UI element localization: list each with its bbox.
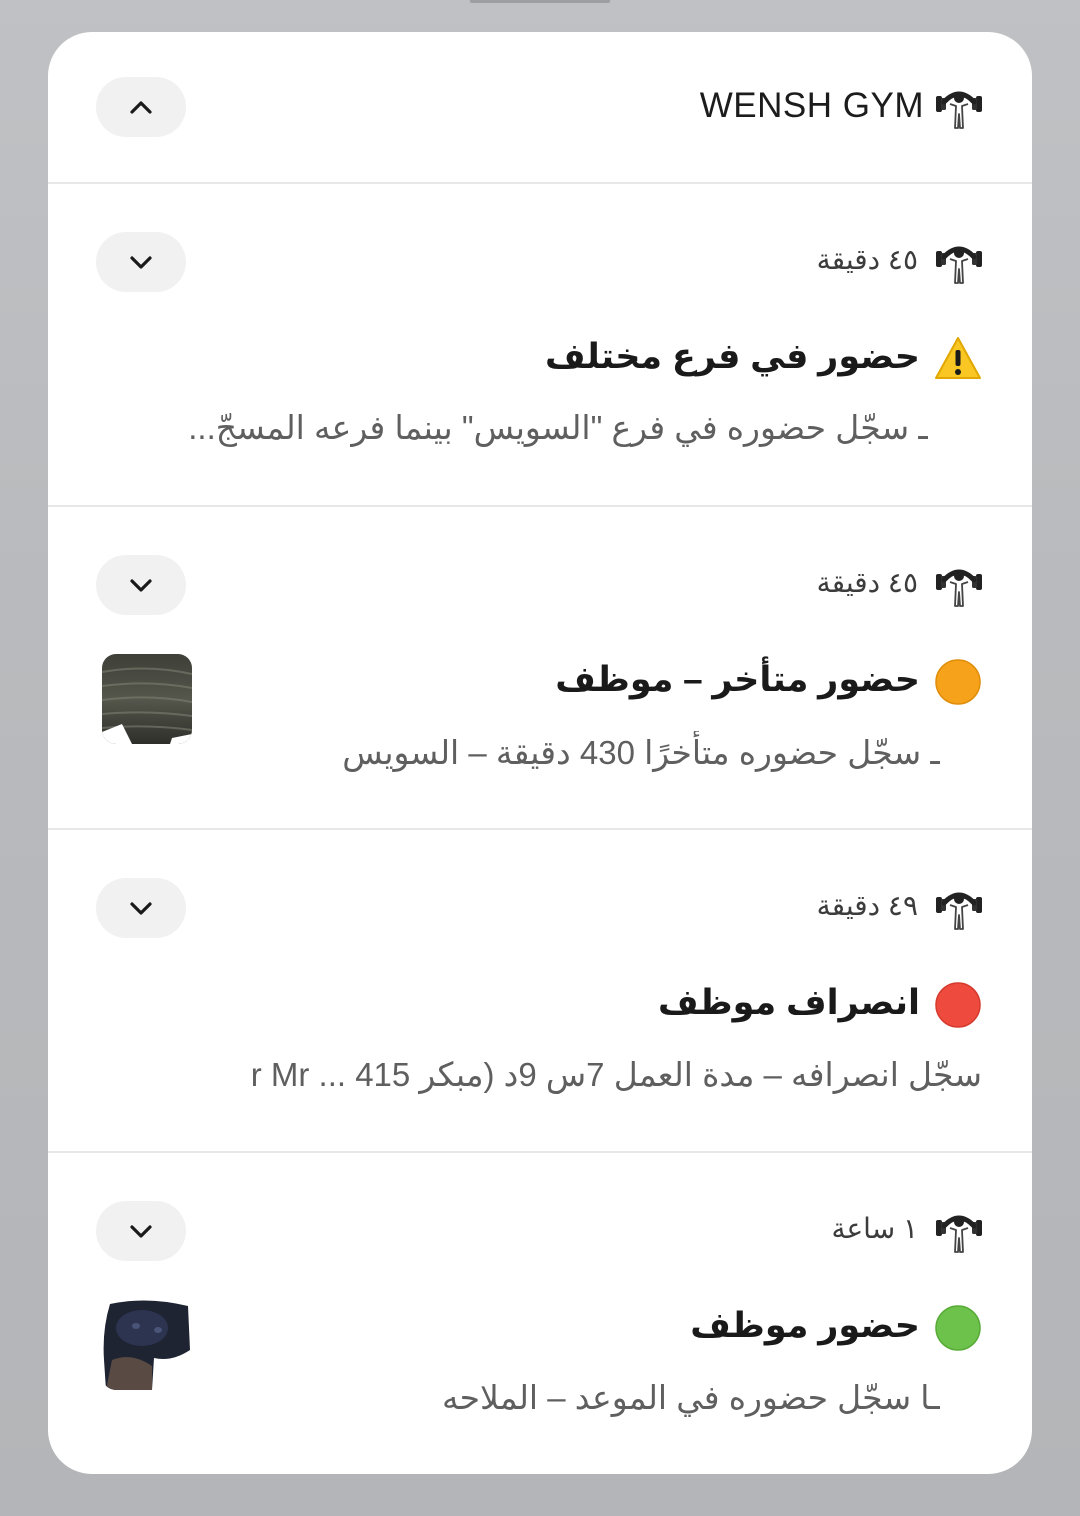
notification-body: سجّل انصرافه – مدة العمل 7س 9د (مبكر 415…	[250, 1056, 982, 1093]
divider	[48, 828, 1032, 830]
collapse-group-button[interactable]	[96, 77, 186, 137]
dumbbell-person-icon	[936, 569, 982, 607]
dumbbell-person-icon	[936, 91, 982, 129]
screen-top-handle	[470, 0, 610, 3]
green-circle-icon	[935, 1305, 981, 1351]
notification-group-panel: WENSH GYM ٤٥ دقيقة حضور في فرع مختلف ـ س…	[48, 32, 1032, 1474]
chevron-down-icon	[130, 1225, 152, 1238]
expand-notification-button[interactable]	[96, 878, 186, 938]
divider	[48, 182, 1032, 184]
chevron-down-icon	[130, 579, 152, 592]
notification-title: حضور في فرع مختلف	[544, 337, 920, 376]
employee-photo	[102, 1300, 192, 1390]
chevron-up-icon	[130, 101, 152, 114]
warning-icon	[935, 337, 981, 379]
dumbbell-person-icon	[936, 246, 982, 284]
dumbbell-person-icon	[936, 892, 982, 930]
expand-notification-button[interactable]	[96, 232, 186, 292]
notification-title: انصراف موظف	[657, 983, 920, 1022]
notification-body: ـ سجّل حضوره متأخرًا 430 دقيقة – السويس	[342, 734, 940, 771]
notification-body: ـ سجّل حضوره في فرع "السويس" بينما فرعه …	[188, 409, 928, 446]
chevron-down-icon	[130, 902, 152, 915]
notification-time: ٤٩ دقيقة	[816, 890, 918, 921]
notification-time: ١ ساعة	[831, 1213, 918, 1244]
divider	[48, 1151, 1032, 1153]
notification-title: حضور موظف	[690, 1306, 920, 1345]
notification-time: ٤٥ دقيقة	[816, 567, 918, 598]
employee-photo	[102, 654, 192, 744]
dumbbell-person-icon	[936, 1215, 982, 1253]
chevron-down-icon	[130, 256, 152, 269]
divider	[48, 505, 1032, 507]
app-name: WENSH GYM	[699, 86, 924, 125]
notification-title: حضور متأخر – موظف	[555, 660, 920, 699]
notification-time: ٤٥ دقيقة	[816, 244, 918, 275]
orange-circle-icon	[935, 659, 981, 705]
red-circle-icon	[935, 982, 981, 1028]
notification-body: ـا سجّل حضوره في الموعد – الملاحه	[441, 1379, 940, 1416]
expand-notification-button[interactable]	[96, 555, 186, 615]
expand-notification-button[interactable]	[96, 1201, 186, 1261]
